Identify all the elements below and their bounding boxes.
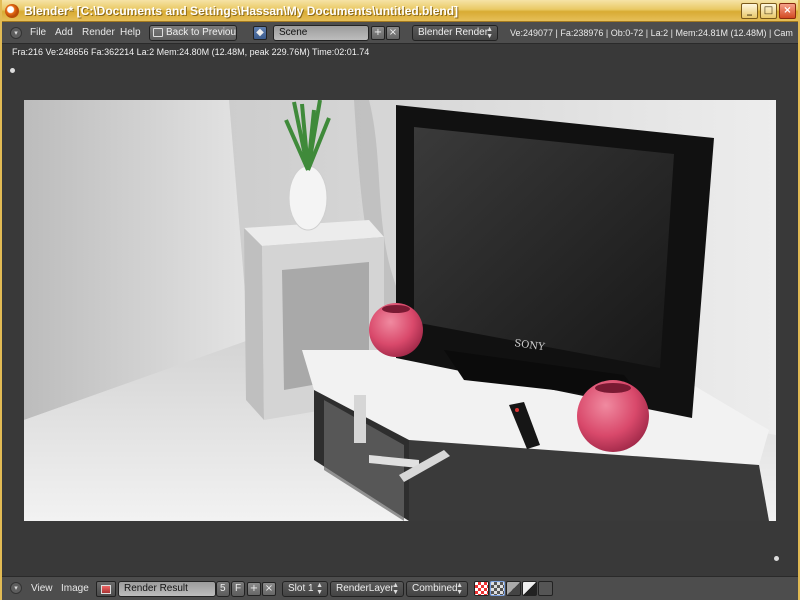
fake-user-button[interactable]: F <box>231 581 245 597</box>
menu-help[interactable]: Help <box>120 27 141 38</box>
pass-arrows-icon: ▲ ▼ <box>456 582 463 596</box>
render-pass-select[interactable]: Combined ▲ ▼ <box>406 581 468 597</box>
render-layer-value: RenderLayer <box>336 583 394 594</box>
back-icon <box>153 28 163 37</box>
remove-scene-button[interactable]: × <box>386 26 400 40</box>
render-image: SONY <box>24 100 776 521</box>
render-info-text: Fra:216 Ve:248656 Fa:362214 La:2 Mem:24.… <box>12 47 370 57</box>
info-header: ▾ File Add Render Help Back to Previous … <box>0 22 800 44</box>
scene-stats: Ve:249077 | Fa:238976 | Ob:0-72 | La:2 |… <box>510 28 793 38</box>
render-pass-value: Combined <box>412 583 458 594</box>
channel-rgb-icon[interactable] <box>522 581 537 596</box>
maximize-button[interactable]: □ <box>760 3 777 19</box>
image-name-field[interactable]: Render Result <box>118 581 216 597</box>
slot-select[interactable]: Slot 1 ▲ ▼ <box>282 581 328 597</box>
minimize-button[interactable]: _ <box>741 3 758 19</box>
menu-render[interactable]: Render <box>82 27 115 38</box>
menu-file[interactable]: File <box>30 27 46 38</box>
scene-icon[interactable]: ◆ <box>253 26 267 40</box>
image-icon[interactable] <box>96 581 116 597</box>
back-to-previous-button[interactable]: Back to Previous <box>149 25 237 41</box>
slot-arrows-icon: ▲ ▼ <box>316 582 323 596</box>
panel-toggle-right-icon[interactable] <box>774 556 779 561</box>
channel-z-icon[interactable] <box>506 581 521 596</box>
render-result-canvas[interactable]: SONY <box>24 100 776 521</box>
image-editor-header: ▾ View Image Render Result 5 F + × Slot … <box>0 576 800 600</box>
image-editor[interactable]: Fra:216 Ve:248656 Fa:362214 La:2 Mem:24.… <box>0 44 800 576</box>
render-engine-value: Blender Render <box>418 27 489 38</box>
updown-arrows-icon: ▲ ▼ <box>486 26 493 40</box>
editor-type-image-icon[interactable]: ▾ <box>10 582 22 594</box>
channel-color-icon[interactable] <box>474 581 489 596</box>
render-layer-select[interactable]: RenderLayer ▲ ▼ <box>330 581 404 597</box>
menu-add[interactable]: Add <box>55 27 73 38</box>
unlink-image-button[interactable]: × <box>262 582 276 596</box>
close-button[interactable]: × <box>779 3 796 19</box>
back-to-previous-label: Back to Previous <box>166 27 237 38</box>
add-scene-button[interactable]: + <box>371 26 385 40</box>
new-image-button[interactable]: + <box>247 582 261 596</box>
render-engine-select[interactable]: Blender Render ▲ ▼ <box>412 25 498 41</box>
editor-type-icon[interactable]: ▾ <box>10 27 22 39</box>
layer-arrows-icon: ▲ ▼ <box>392 582 399 596</box>
pin-image-icon[interactable] <box>538 581 553 596</box>
panel-toggle-icon[interactable] <box>10 68 15 73</box>
channel-alpha-icon[interactable] <box>490 581 505 596</box>
menu-view[interactable]: View <box>31 583 53 594</box>
scene-field[interactable]: Scene <box>273 25 369 41</box>
window-title: Blender* [C:\Documents and Settings\Hass… <box>24 4 459 18</box>
menu-image[interactable]: Image <box>61 583 89 594</box>
blender-icon[interactable] <box>5 4 19 18</box>
users-count: 5 <box>216 581 230 597</box>
slot-value: Slot 1 <box>288 583 314 594</box>
window-titlebar[interactable]: Blender* [C:\Documents and Settings\Hass… <box>0 0 800 22</box>
